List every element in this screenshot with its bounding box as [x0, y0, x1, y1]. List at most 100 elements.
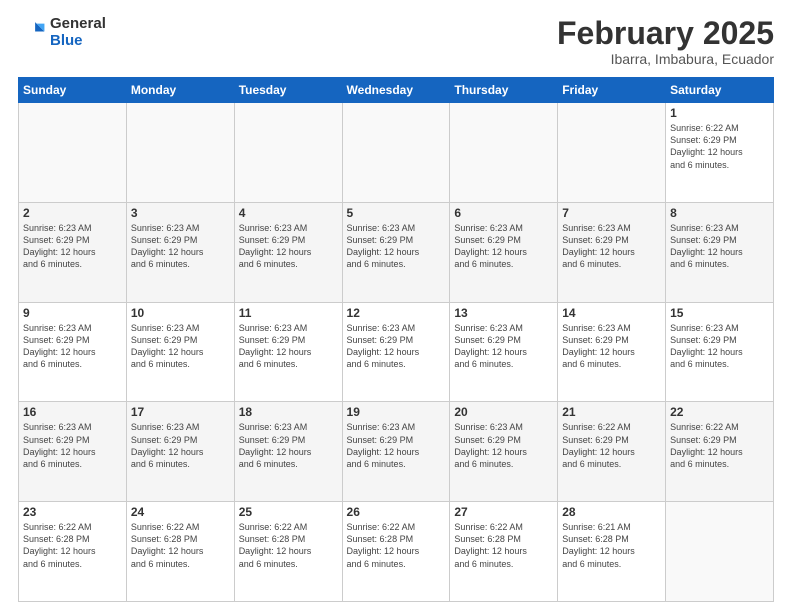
day-info: Sunrise: 6:23 AM Sunset: 6:29 PM Dayligh… [454, 421, 553, 470]
day-info: Sunrise: 6:22 AM Sunset: 6:28 PM Dayligh… [23, 521, 122, 570]
page: General Blue February 2025 Ibarra, Imbab… [0, 0, 792, 612]
day-info: Sunrise: 6:23 AM Sunset: 6:29 PM Dayligh… [347, 322, 446, 371]
day-number: 27 [454, 505, 553, 519]
logo: General Blue [18, 16, 106, 49]
day-number: 6 [454, 206, 553, 220]
calendar-header-row: Sunday Monday Tuesday Wednesday Thursday… [19, 78, 774, 103]
day-number: 10 [131, 306, 230, 320]
table-cell [19, 103, 127, 203]
day-info: Sunrise: 6:23 AM Sunset: 6:29 PM Dayligh… [23, 421, 122, 470]
day-number: 4 [239, 206, 338, 220]
table-cell: 24 Sunrise: 6:22 AM Sunset: 6:28 PM Dayli… [126, 502, 234, 602]
calendar-row: 2Sunrise: 6:23 AM Sunset: 6:29 PM Daylig… [19, 202, 774, 302]
day-number: 9 [23, 306, 122, 320]
day-number: 7 [562, 206, 661, 220]
col-tuesday: Tuesday [234, 78, 342, 103]
table-cell: 22 Sunrise: 6:22 AM Sunset: 6:29 PM Dayli… [666, 402, 774, 502]
day-info: Sunrise: 6:23 AM Sunset: 6:29 PM Dayligh… [670, 322, 769, 371]
col-friday: Friday [558, 78, 666, 103]
table-cell: 16 Sunrise: 6:23 AM Sunset: 6:29 PM Dayli… [19, 402, 127, 502]
table-cell: 15 Sunrise: 6:23 AM Sunset: 6:29 PM Dayli… [666, 302, 774, 402]
table-cell [234, 103, 342, 203]
day-info: Sunrise: 6:21 AM Sunset: 6:28 PM Dayligh… [562, 521, 661, 570]
day-number: 18 [239, 405, 338, 419]
col-sunday: Sunday [19, 78, 127, 103]
table-cell: 25 Sunrise: 6:22 AM Sunset: 6:28 PM Dayli… [234, 502, 342, 602]
day-info: Sunrise: 6:22 AM Sunset: 6:28 PM Dayligh… [131, 521, 230, 570]
location: Ibarra, Imbabura, Ecuador [557, 51, 774, 67]
day-number: 23 [23, 505, 122, 519]
table-cell: 26Sunrise: 6:22 AM Sunset: 6:28 PM Dayli… [342, 502, 450, 602]
table-cell: 11 Sunrise: 6:23 AM Sunset: 6:29 PM Dayli… [234, 302, 342, 402]
header: General Blue February 2025 Ibarra, Imbab… [18, 16, 774, 67]
table-cell: 21 Sunrise: 6:22 AM Sunset: 6:29 PM Dayli… [558, 402, 666, 502]
day-number: 12 [347, 306, 446, 320]
day-info: Sunrise: 6:23 AM Sunset: 6:29 PM Dayligh… [562, 322, 661, 371]
table-cell: 1 Sunrise: 6:22 AM Sunset: 6:29 PM Daylig… [666, 103, 774, 203]
calendar-row: 16 Sunrise: 6:23 AM Sunset: 6:29 PM Dayli… [19, 402, 774, 502]
day-number: 1 [670, 106, 769, 120]
day-number: 8 [670, 206, 769, 220]
calendar-table: Sunday Monday Tuesday Wednesday Thursday… [18, 77, 774, 602]
day-number: 19 [347, 405, 446, 419]
table-cell: 10 Sunrise: 6:23 AM Sunset: 6:29 PM Dayli… [126, 302, 234, 402]
day-number: 17 [131, 405, 230, 419]
calendar-row: 1 Sunrise: 6:22 AM Sunset: 6:29 PM Daylig… [19, 103, 774, 203]
table-cell: 8 Sunrise: 6:23 AM Sunset: 6:29 PM Daylig… [666, 202, 774, 302]
table-cell: 27 Sunrise: 6:22 AM Sunset: 6:28 PM Dayli… [450, 502, 558, 602]
day-number: 16 [23, 405, 122, 419]
table-cell: 23 Sunrise: 6:22 AM Sunset: 6:28 PM Dayli… [19, 502, 127, 602]
day-number: 21 [562, 405, 661, 419]
day-info: Sunrise: 6:23 AM Sunset: 6:29 PM Dayligh… [23, 222, 122, 271]
table-cell [126, 103, 234, 203]
table-cell: 19 Sunrise: 6:23 AM Sunset: 6:29 PM Dayli… [342, 402, 450, 502]
day-info: Sunrise: 6:23 AM Sunset: 6:29 PM Dayligh… [131, 322, 230, 371]
day-info: Sunrise: 6:23 AM Sunset: 6:29 PM Dayligh… [347, 421, 446, 470]
table-cell [558, 103, 666, 203]
table-cell: 12 Sunrise: 6:23 AM Sunset: 6:29 PM Dayli… [342, 302, 450, 402]
day-number: 13 [454, 306, 553, 320]
day-number: 25 [239, 505, 338, 519]
day-number: 22 [670, 405, 769, 419]
day-info: Sunrise: 6:23 AM Sunset: 6:29 PM Dayligh… [670, 222, 769, 271]
table-cell: 9 Sunrise: 6:23 AM Sunset: 6:29 PM Daylig… [19, 302, 127, 402]
day-number: 24 [131, 505, 230, 519]
day-info: Sunrise: 6:23 AM Sunset: 6:29 PM Dayligh… [131, 222, 230, 271]
table-cell: 7 Sunrise: 6:23 AM Sunset: 6:29 PM Daylig… [558, 202, 666, 302]
calendar-row: 23 Sunrise: 6:22 AM Sunset: 6:28 PM Dayli… [19, 502, 774, 602]
month-year: February 2025 [557, 16, 774, 51]
table-cell: 14 Sunrise: 6:23 AM Sunset: 6:29 PM Dayli… [558, 302, 666, 402]
day-info: Sunrise: 6:22 AM Sunset: 6:29 PM Dayligh… [670, 122, 769, 171]
table-cell [342, 103, 450, 203]
day-info: Sunrise: 6:23 AM Sunset: 6:29 PM Dayligh… [347, 222, 446, 271]
day-info: Sunrise: 6:23 AM Sunset: 6:29 PM Dayligh… [454, 322, 553, 371]
title-block: February 2025 Ibarra, Imbabura, Ecuador [557, 16, 774, 67]
table-cell: 18 Sunrise: 6:23 AM Sunset: 6:29 PM Dayli… [234, 402, 342, 502]
day-info: Sunrise: 6:22 AM Sunset: 6:29 PM Dayligh… [562, 421, 661, 470]
table-cell: 20Sunrise: 6:23 AM Sunset: 6:29 PM Dayli… [450, 402, 558, 502]
day-info: Sunrise: 6:22 AM Sunset: 6:28 PM Dayligh… [454, 521, 553, 570]
table-cell: 5 Sunrise: 6:23 AM Sunset: 6:29 PM Daylig… [342, 202, 450, 302]
col-saturday: Saturday [666, 78, 774, 103]
day-info: Sunrise: 6:23 AM Sunset: 6:29 PM Dayligh… [239, 421, 338, 470]
day-info: Sunrise: 6:23 AM Sunset: 6:29 PM Dayligh… [131, 421, 230, 470]
col-monday: Monday [126, 78, 234, 103]
day-info: Sunrise: 6:23 AM Sunset: 6:29 PM Dayligh… [239, 222, 338, 271]
day-number: 3 [131, 206, 230, 220]
day-info: Sunrise: 6:22 AM Sunset: 6:28 PM Dayligh… [347, 521, 446, 570]
table-cell: 3 Sunrise: 6:23 AM Sunset: 6:29 PM Daylig… [126, 202, 234, 302]
day-number: 15 [670, 306, 769, 320]
day-info: Sunrise: 6:23 AM Sunset: 6:29 PM Dayligh… [454, 222, 553, 271]
table-cell: 6 Sunrise: 6:23 AM Sunset: 6:29 PM Daylig… [450, 202, 558, 302]
day-number: 11 [239, 306, 338, 320]
day-info: Sunrise: 6:23 AM Sunset: 6:29 PM Dayligh… [562, 222, 661, 271]
day-info: Sunrise: 6:23 AM Sunset: 6:29 PM Dayligh… [23, 322, 122, 371]
day-info: Sunrise: 6:22 AM Sunset: 6:28 PM Dayligh… [239, 521, 338, 570]
day-info: Sunrise: 6:23 AM Sunset: 6:29 PM Dayligh… [239, 322, 338, 371]
table-cell: 4 Sunrise: 6:23 AM Sunset: 6:29 PM Daylig… [234, 202, 342, 302]
day-number: 5 [347, 206, 446, 220]
table-cell: 28Sunrise: 6:21 AM Sunset: 6:28 PM Dayli… [558, 502, 666, 602]
col-wednesday: Wednesday [342, 78, 450, 103]
day-number: 14 [562, 306, 661, 320]
day-info: Sunrise: 6:22 AM Sunset: 6:29 PM Dayligh… [670, 421, 769, 470]
